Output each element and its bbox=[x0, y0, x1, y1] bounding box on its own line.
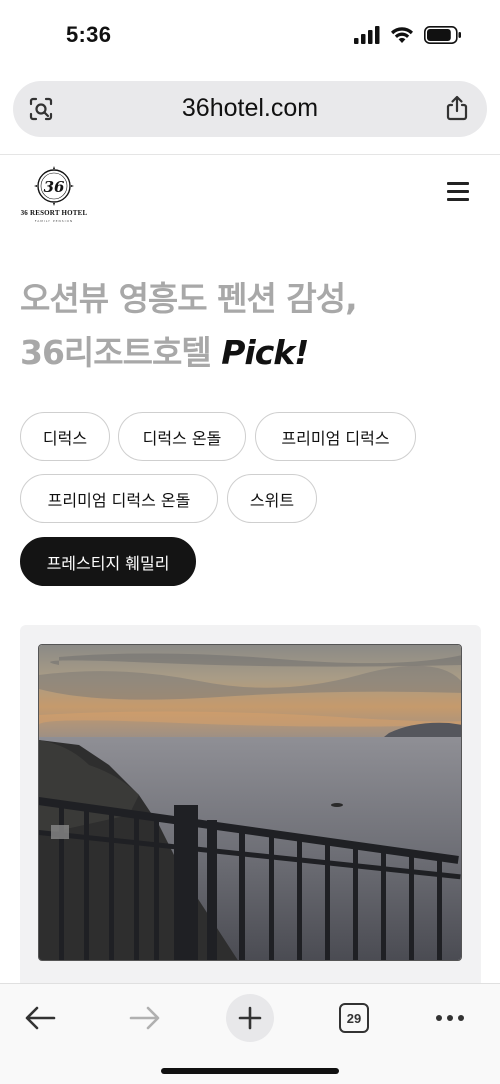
status-bar: 5:36 bbox=[0, 0, 500, 72]
tab-switcher-button[interactable]: 29 bbox=[330, 994, 378, 1042]
back-button[interactable] bbox=[16, 994, 64, 1042]
hero-title-pick: Pick! bbox=[221, 333, 309, 372]
room-chip-premium-deluxe-ondol[interactable]: 프리미엄 디럭스 온돌 bbox=[20, 474, 218, 523]
header-divider bbox=[0, 154, 500, 155]
ocean-sunset-photo bbox=[39, 645, 461, 960]
status-time: 5:36 bbox=[66, 22, 112, 47]
new-tab-button[interactable] bbox=[226, 994, 274, 1042]
room-chip-premium-deluxe[interactable]: 프리미엄 디럭스 bbox=[255, 412, 416, 461]
tab-count-icon: 29 bbox=[339, 1003, 369, 1033]
more-dots-icon bbox=[436, 1015, 464, 1021]
logo-subtitle: FAMILY PENSION bbox=[34, 219, 74, 223]
logo-name: 36 RESORT HOTEL bbox=[20, 209, 88, 217]
hero-title-gray: 36리조트호텔 bbox=[20, 333, 212, 372]
site-logo[interactable]: 36 36 RESORT HOTEL FAMILY PENSION bbox=[20, 162, 88, 224]
room-chip-suite[interactable]: 스위트 bbox=[227, 474, 317, 523]
arrow-right-icon bbox=[129, 1006, 160, 1030]
plus-icon bbox=[238, 1006, 262, 1030]
wifi-icon bbox=[391, 27, 413, 43]
room-chip-deluxe-ondol[interactable]: 디럭스 온돌 bbox=[118, 412, 246, 461]
home-indicator bbox=[161, 1068, 339, 1074]
hamburger-menu-icon[interactable] bbox=[445, 181, 471, 203]
arrow-left-icon bbox=[25, 1006, 56, 1030]
share-icon[interactable] bbox=[443, 94, 471, 122]
forward-button[interactable] bbox=[121, 994, 169, 1042]
logo-emblem-icon: 36 bbox=[34, 166, 74, 206]
room-chip-prestige-family[interactable]: 프레스티지 훼밀리 bbox=[20, 537, 196, 586]
url-text[interactable]: 36hotel.com bbox=[13, 94, 487, 123]
logo-mark: 36 bbox=[44, 178, 65, 196]
hero-title-line1: 오션뷰 영흥도 펜션 감성, bbox=[20, 279, 358, 318]
tab-count: 29 bbox=[346, 1010, 362, 1026]
battery-icon bbox=[424, 26, 461, 44]
hero-title-line2: 36리조트호텔 Pick! bbox=[20, 326, 309, 374]
status-icons bbox=[354, 26, 462, 44]
more-menu-button[interactable] bbox=[426, 994, 474, 1042]
room-photo[interactable] bbox=[38, 644, 462, 961]
room-chip-deluxe[interactable]: 디럭스 bbox=[20, 412, 110, 461]
address-bar[interactable]: 36hotel.com bbox=[13, 81, 487, 137]
cellular-signal-icon bbox=[354, 26, 380, 44]
